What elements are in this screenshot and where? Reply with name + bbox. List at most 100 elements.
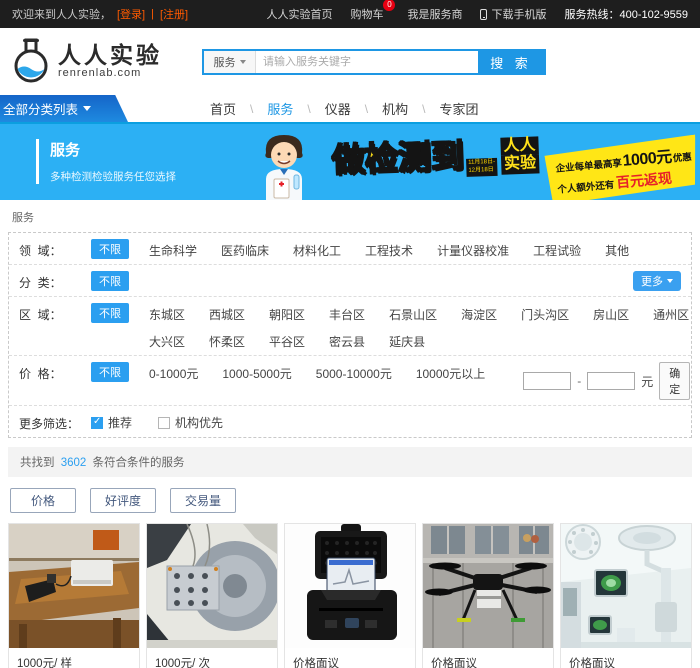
seller-link[interactable]: 我是服务商 [407,6,462,22]
page: 欢迎来到人人实验， [登录] | [注册] 人人实验首页 购物车 0 我是服务商… [0,0,700,668]
product-price: 价格面议 [431,655,545,668]
filter-option-field[interactable]: 工程技术 [365,239,413,259]
logo[interactable]: 人人实验 renrenlab.com [10,38,162,84]
promo-brand-bottom: 实验 [501,155,540,175]
search-category-select[interactable]: 服务 [204,51,256,73]
filter-panel: 领 域： 不限 生命科学 医药临床 材料化工 工程技术 计量仪器校准 工程试验 … [8,232,692,438]
login-link[interactable]: [登录] [117,6,145,22]
product-price: 价格面议 [293,655,407,668]
banner-subtitle: 多种检测检验服务任您选择 [50,169,176,184]
product-image-vibration-machine [147,524,277,648]
filter-row-price: 价 格： 不限 0-1000元 1000-5000元 5000-10000元 1… [9,356,691,406]
filter-option-field[interactable]: 计量仪器校准 [437,239,509,259]
promo-slogan: 做检测到 11月18日- 12月18日 人人 实验 [331,136,539,181]
price-confirm-button[interactable]: 确定 [659,362,690,400]
filter-row-field: 领 域： 不限 生命科学 医药临床 材料化工 工程技术 计量仪器校准 工程试验 … [9,233,691,265]
login-register-separator: | [151,8,154,20]
recommend-checkbox[interactable]: 推荐 [91,412,132,431]
filter-option-price[interactable]: 5000-10000元 [316,362,392,382]
sort-button-rating[interactable]: 好评度 [90,488,156,513]
product-card[interactable]: 1000元/ 样 汽车电子零部件道路车辆静电放电产生的电骚扰 中国计量科学研究院… [8,523,140,668]
filter-option-region[interactable]: 平谷区 [269,330,305,350]
chevron-down-icon [667,279,673,283]
more-button-label: 更多 [641,273,663,289]
filter-any-category[interactable]: 不限 [91,271,129,291]
logo-title: 人人实验 [58,43,162,67]
filter-option-region[interactable]: 房山区 [593,303,629,323]
ribbon-line2-highlight: 百元返现 [613,168,673,193]
cart-link[interactable]: 购物车 0 [350,6,389,22]
filter-option-price[interactable]: 0-1000元 [149,362,198,382]
product-card[interactable]: 价格面议 动物实验 北京迈迪思康生物技术有限公司 北京市大兴区 [560,523,692,668]
filter-option-field[interactable]: 材料化工 [293,239,341,259]
welcome-text: 欢迎来到人人实验， [12,6,111,22]
price-range-dash: - [577,374,581,388]
register-link[interactable]: [注册] [160,6,188,22]
filter-label-field: 领 域： [19,239,91,259]
filter-option-region[interactable]: 密云县 [329,330,365,350]
org-first-checkbox[interactable]: 机构优先 [158,412,223,431]
phone-icon [480,9,487,20]
filter-option-region[interactable]: 东城区 [149,303,185,323]
flask-logo-icon [10,38,52,84]
all-categories-label: 全部分类列表 [3,99,78,118]
filter-option-region[interactable]: 门头沟区 [521,303,569,323]
filter-option-region[interactable]: 西城区 [209,303,245,323]
nav-item-experts[interactable]: 专家团 [425,99,492,118]
banner-caption: 服务 多种检测检验服务任您选择 [36,139,176,184]
filter-option-region[interactable]: 怀柔区 [209,330,245,350]
filter-option-region[interactable]: 通州区 [653,303,689,323]
nav-item-organizations[interactable]: 机构 [368,99,422,118]
product-card[interactable]: 价格面议 便携式激光拉曼光谱仪 北京赛洛飞拓科技有限公司 北京市昌平区 [284,523,416,668]
filter-option-field[interactable]: 医药临床 [221,239,269,259]
search-box: 服务 搜 索 [202,49,546,75]
ribbon-line1-amount: 1000元 [621,143,674,171]
main-content: 服务 领 域： 不限 生命科学 医药临床 材料化工 工程技术 计量仪器校准 工程… [0,200,700,668]
nav-bar: 全部分类列表 首页 \ 服务 \ 仪器 \ 机构 \ 专家团 [0,95,700,122]
filter-option-field[interactable]: 工程试验 [533,239,581,259]
filter-label-more: 更多筛选： [19,412,91,432]
home-link[interactable]: 人人实验首页 [266,6,332,22]
nav-item-instruments[interactable]: 仪器 [311,99,365,118]
product-image-raman-case [285,524,415,648]
filter-any-region[interactable]: 不限 [91,303,129,323]
promo-main-text: 做检测到 [331,139,464,177]
nav-item-services[interactable]: 服务 [253,99,307,118]
filter-any-field[interactable]: 不限 [91,239,129,259]
chevron-down-icon [240,60,246,64]
min-price-input[interactable] [523,372,571,390]
filter-any-price[interactable]: 不限 [91,362,129,382]
filter-option-field[interactable]: 生命科学 [149,239,197,259]
filter-option-price[interactable]: 10000元以上 [416,362,485,382]
filter-option-field[interactable]: 其他 [605,239,629,259]
filter-option-region[interactable]: 丰台区 [329,303,365,323]
more-categories-button[interactable]: 更多 [633,271,681,291]
app-download-link[interactable]: 下载手机版 [480,6,546,22]
filter-option-region[interactable]: 海淀区 [461,303,497,323]
search-button[interactable]: 搜 索 [478,51,544,73]
product-price: 1000元/ 次 [155,655,269,668]
filter-option-region[interactable]: 石景山区 [389,303,437,323]
product-grid: 1000元/ 样 汽车电子零部件道路车辆静电放电产生的电骚扰 中国计量科学研究院… [8,523,692,668]
filter-option-region[interactable]: 延庆县 [389,330,425,350]
all-categories-tab[interactable]: 全部分类列表 [0,95,128,122]
sort-button-volume[interactable]: 交易量 [170,488,236,513]
breadcrumb: 服务 [8,200,692,232]
search-input[interactable] [256,51,478,73]
product-card[interactable]: 价格面议 无人机性能试验 中国电力科学研究院武汉分院 湖北省武汉市洪山区 [422,523,554,668]
results-prefix: 共找到 [20,457,55,469]
filter-option-region[interactable]: 朝阳区 [269,303,305,323]
sort-button-price[interactable]: 价格 [10,488,76,513]
filter-option-region[interactable]: 大兴区 [149,330,185,350]
promo-banner[interactable]: 服务 多种检测检验服务任您选择 做检测到 11月18日- 12月18日 人人 实… [0,122,700,200]
top-utility-bar: 欢迎来到人人实验， [登录] | [注册] 人人实验首页 购物车 0 我是服务商… [0,0,700,28]
nav-item-home[interactable]: 首页 [196,99,250,118]
checkbox-unchecked-icon [158,417,170,429]
max-price-input[interactable] [587,372,635,390]
promo-dates: 11月18日- 12月18日 [466,158,498,177]
promo-brand-block: 人人 实验 [500,136,539,174]
product-card[interactable]: 1000元/ 次 振动-加速度复合环境试验 北京卫星环境工程研究所（机电产...… [146,523,278,668]
filter-option-price[interactable]: 1000-5000元 [222,362,291,382]
price-unit-label: 元 [641,373,653,390]
nav-links: 首页 \ 服务 \ 仪器 \ 机构 \ 专家团 [196,95,492,122]
